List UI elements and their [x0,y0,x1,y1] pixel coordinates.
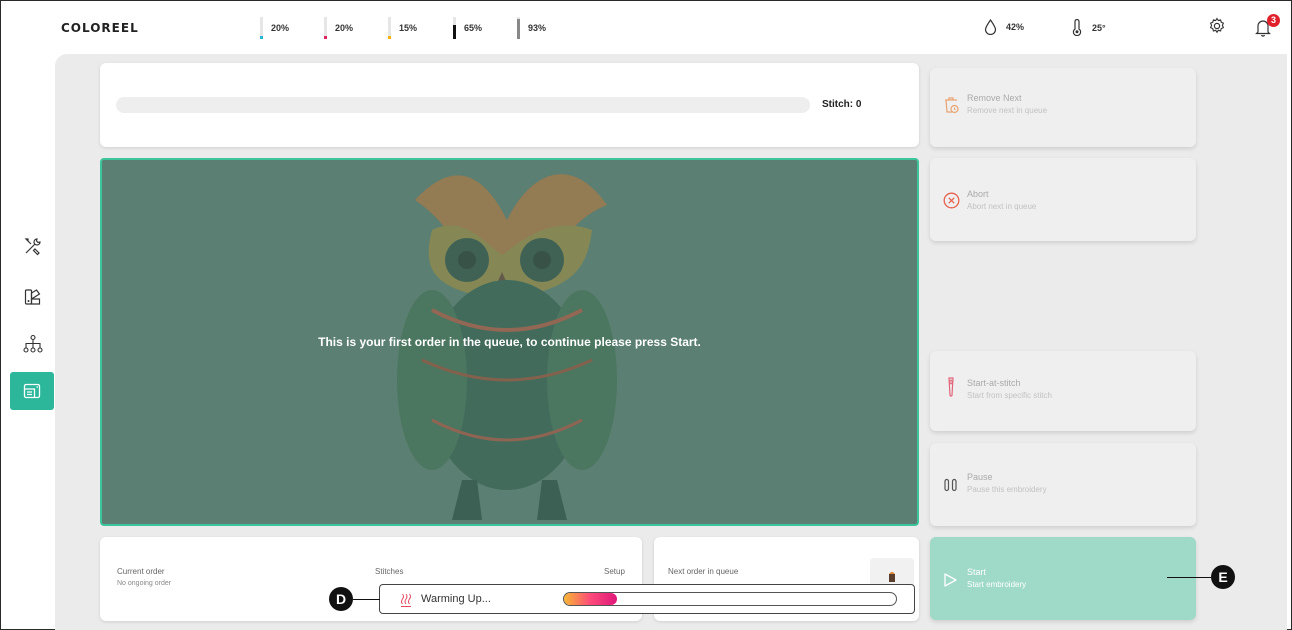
notification-badge: 3 [1267,14,1280,27]
setup-label: Setup [604,567,625,576]
close-circle-icon [943,192,960,209]
warming-progress-fill [564,593,618,605]
humidity-indicator: 42% [984,19,1024,35]
sidebar-network[interactable] [21,332,45,356]
ink-level-clear: 93% [517,16,546,40]
ink-level-yellow: 15% [388,16,417,40]
pause-button[interactable]: Pause Pause this embroidery [930,443,1196,526]
start-at-stitch-title: Start-at-stitch [967,378,1021,388]
humidity-value: 42% [1006,22,1025,32]
ink-level-black: 65% [453,16,482,40]
remove-next-subtitle: Remove next in queue [967,106,1048,115]
callout-d-leader [353,599,380,600]
gear-icon[interactable] [1208,17,1226,35]
needle-icon [948,377,954,397]
heat-icon [401,593,411,607]
warming-progress-bar [563,592,897,606]
sidebar-tools[interactable] [21,234,45,258]
current-order-label: Current order [117,567,165,576]
queue-message: This is your first order in the queue, t… [318,335,701,349]
remove-next-button[interactable]: Remove Next Remove next in queue [930,68,1196,147]
sidebar-designs[interactable] [21,285,45,309]
abort-button[interactable]: Abort Abort next in queue [930,158,1196,241]
abort-title: Abort [967,189,989,199]
trash-clock-icon [945,97,959,114]
stitch-progress-card: Stitch: 0 [100,63,919,147]
temperature-value: 25° [1092,22,1106,33]
start-subtitle: Start embroidery [967,580,1027,589]
callout-e-leader [1167,577,1211,578]
ink-percent: 65% [464,23,483,33]
pause-subtitle: Pause this embroidery [967,485,1047,494]
top-bar: COLOREEL 20% 20% 15% 65% 93% 42% 25° 3 [1,1,1291,53]
sidebar-embroidery-active[interactable] [10,372,54,410]
logo: COLOREEL [61,21,139,35]
ink-percent: 93% [528,23,547,33]
ink-level-magenta: 20% [324,16,353,40]
palette-icon [24,289,41,305]
play-icon [944,573,957,587]
tools-icon [24,238,41,256]
temperature-indicator: 25° [1071,19,1106,36]
stitch-count: Stitch: 0 [822,99,862,110]
stitch-progress-bar [116,97,810,113]
start-at-stitch-subtitle: Start from specific stitch [967,391,1052,400]
ink-percent: 20% [335,23,354,33]
embroidery-machine-icon [23,383,41,399]
app-window: COLOREEL 20% 20% 15% 65% 93% 42% 25° 3 S… [0,0,1292,630]
pause-icon [944,478,957,492]
design-preview: This is your first order in the queue, t… [100,158,919,526]
thermometer-icon [1072,19,1082,36]
callout-d: D [329,587,353,611]
start-button[interactable]: Start Start embroidery [930,537,1196,620]
warming-up-label: Warming Up... [421,593,491,605]
start-title: Start [967,567,987,577]
remove-next-title: Remove Next [967,93,1022,103]
ink-level-cyan: 20% [260,16,289,40]
start-at-stitch-button[interactable]: Start-at-stitch Start from specific stit… [930,351,1196,431]
pause-title: Pause [967,472,993,482]
droplet-icon [984,19,997,35]
warming-up-status: Warming Up... [379,584,915,614]
next-order-label: Next order in queue [668,567,739,576]
ink-percent: 20% [271,23,290,33]
stitches-label: Stitches [375,567,404,576]
abort-subtitle: Abort next in queue [967,202,1037,211]
hierarchy-icon [23,334,43,353]
callout-e: E [1211,565,1235,589]
ink-percent: 15% [399,23,418,33]
current-order-value: No ongoing order [117,580,172,587]
